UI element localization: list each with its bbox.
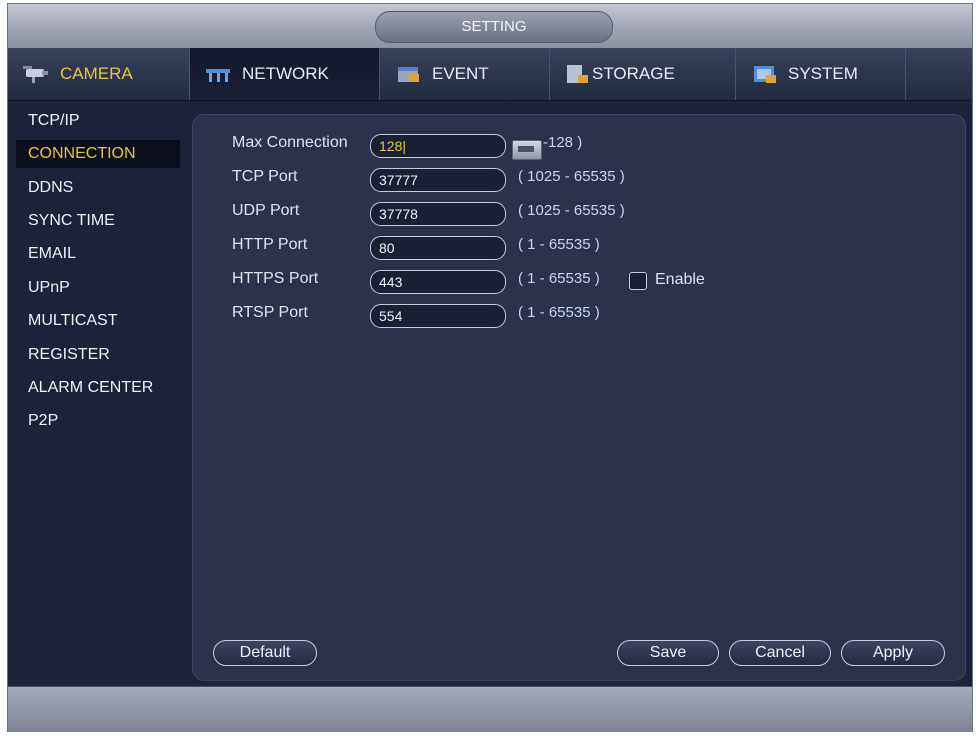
https-port-range: ( 1 - 65535 ) <box>518 270 600 287</box>
tab-system[interactable]: SYSTEM <box>736 48 906 100</box>
udp-port-range: ( 1025 - 65535 ) <box>518 202 625 219</box>
settings-window: SETTING CAMERA NETWORK EVENT STORAGE SYS… <box>7 3 973 732</box>
sidebar-item-sync-time[interactable]: SYNC TIME <box>16 207 180 235</box>
event-icon <box>394 63 424 85</box>
sidebar-item-alarm-center[interactable]: ALARM CENTER <box>16 374 180 402</box>
rtsp-port-range: ( 1 - 65535 ) <box>518 304 600 321</box>
tab-storage-label: STORAGE <box>592 64 675 83</box>
max-connection-input[interactable] <box>370 134 506 158</box>
sidebar-item-ddns[interactable]: DDNS <box>16 174 180 202</box>
udp-port-label: UDP Port <box>232 202 300 219</box>
tcp-port-input[interactable] <box>370 168 506 192</box>
sidebar-item-email[interactable]: EMAIL <box>16 240 180 268</box>
http-port-range: ( 1 - 65535 ) <box>518 236 600 253</box>
default-button[interactable]: Default <box>213 640 317 666</box>
keyboard-button[interactable] <box>512 140 542 160</box>
http-port-label: HTTP Port <box>232 236 308 253</box>
apply-button[interactable]: Apply <box>841 640 945 666</box>
connection-panel: Max Connection -128 ) TCP Port ( 1025 - … <box>192 114 966 681</box>
system-icon <box>750 63 780 85</box>
network-icon <box>204 63 234 85</box>
http-port-input[interactable] <box>370 236 506 260</box>
sidebar-item-tcpip[interactable]: TCP/IP <box>16 107 180 135</box>
tab-network[interactable]: NETWORK <box>190 48 380 100</box>
tab-system-label: SYSTEM <box>788 64 858 83</box>
sidebar: TCP/IP CONNECTION DDNS SYNC TIME EMAIL U… <box>8 102 192 686</box>
window-title: SETTING <box>375 11 613 43</box>
tab-event[interactable]: EVENT <box>380 48 550 100</box>
tab-storage[interactable]: STORAGE <box>550 48 736 100</box>
title-bar: SETTING <box>8 4 972 49</box>
https-enable-label: Enable <box>655 271 705 288</box>
tcp-port-label: TCP Port <box>232 168 298 185</box>
main-tab-bar: CAMERA NETWORK EVENT STORAGE SYSTEM <box>8 48 972 101</box>
rtsp-port-label: RTSP Port <box>232 304 308 321</box>
rtsp-port-input[interactable] <box>370 304 506 328</box>
storage-icon <box>564 63 590 85</box>
https-port-input[interactable] <box>370 270 506 294</box>
save-button[interactable]: Save <box>617 640 719 666</box>
https-port-label: HTTPS Port <box>232 270 319 287</box>
tab-camera[interactable]: CAMERA <box>8 48 190 100</box>
camera-icon <box>22 63 52 85</box>
sidebar-item-register[interactable]: REGISTER <box>16 341 180 369</box>
sidebar-item-p2p[interactable]: P2P <box>16 407 180 435</box>
tab-network-label: NETWORK <box>242 64 329 83</box>
sidebar-item-connection[interactable]: CONNECTION <box>16 140 180 168</box>
https-enable-checkbox[interactable] <box>629 272 647 290</box>
keyboard-icon <box>518 146 534 152</box>
sidebar-item-multicast[interactable]: MULTICAST <box>16 307 180 335</box>
bottom-bar <box>8 686 972 732</box>
tcp-port-range: ( 1025 - 65535 ) <box>518 168 625 185</box>
sidebar-item-upnp[interactable]: UPnP <box>16 274 180 302</box>
cancel-button[interactable]: Cancel <box>729 640 831 666</box>
max-connection-label: Max Connection <box>232 134 348 151</box>
udp-port-input[interactable] <box>370 202 506 226</box>
max-connection-range: -128 ) <box>543 134 583 151</box>
tab-camera-label: CAMERA <box>60 64 133 83</box>
tab-event-label: EVENT <box>432 64 489 83</box>
